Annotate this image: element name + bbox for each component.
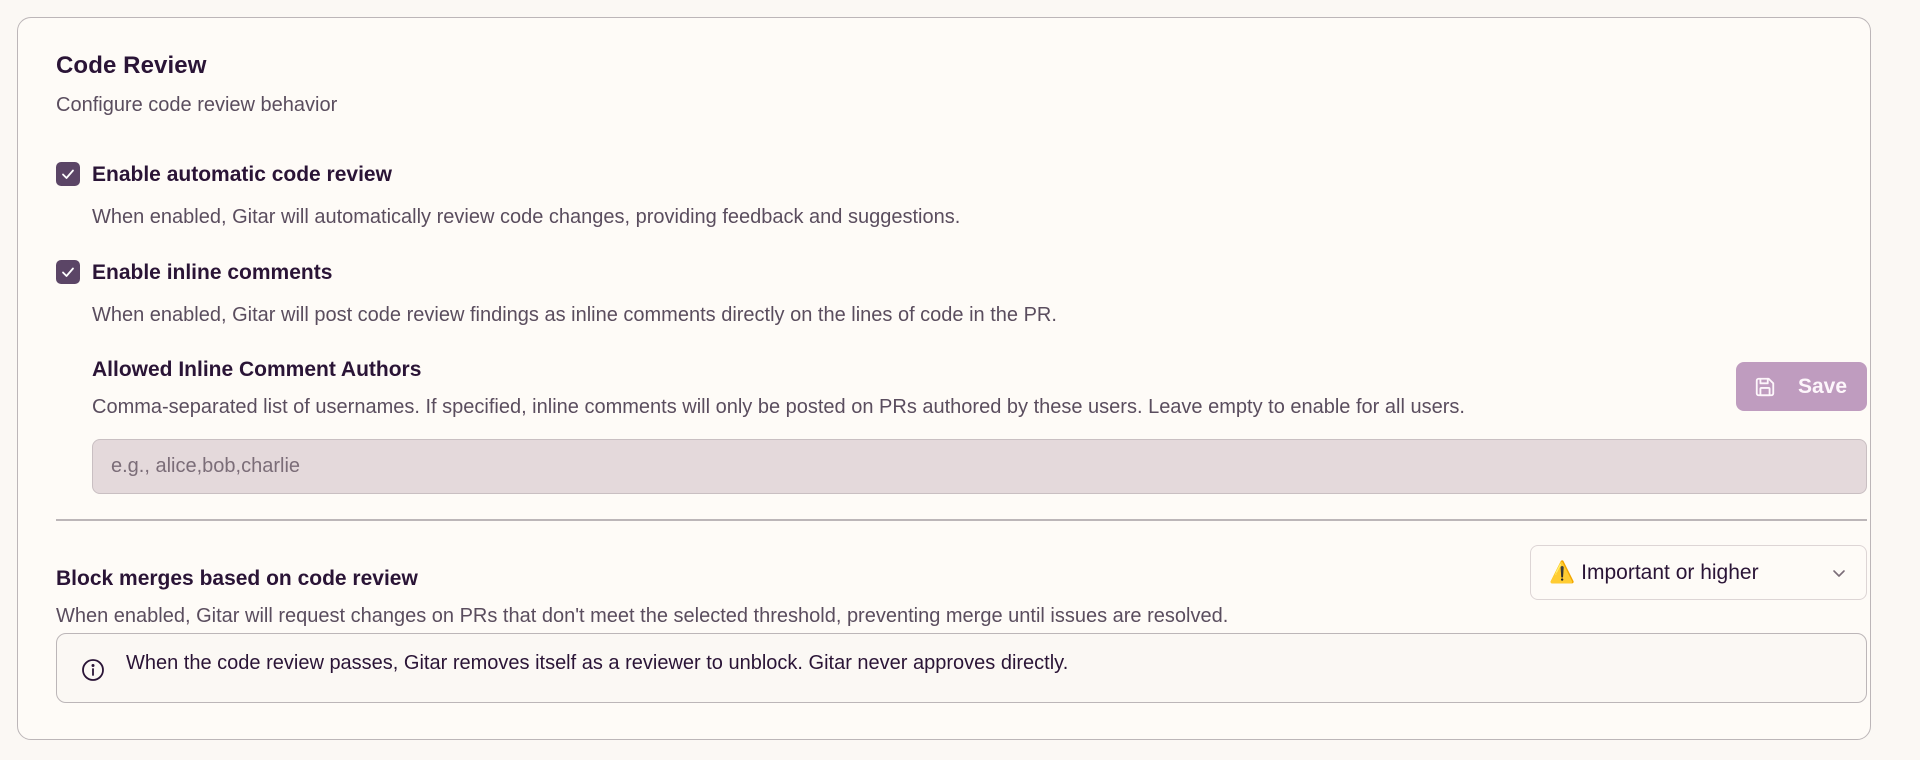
auto-review-checkbox[interactable] bbox=[56, 162, 80, 186]
inline-comments-label[interactable]: Enable inline comments bbox=[92, 261, 332, 285]
info-banner: When the code review passes, Gitar remov… bbox=[56, 633, 1867, 703]
authors-input[interactable] bbox=[92, 439, 1867, 494]
floppy-disk-icon bbox=[1755, 377, 1775, 396]
block-merges-description: When enabled, Gitar will request changes… bbox=[56, 605, 1229, 627]
divider bbox=[56, 519, 1867, 521]
code-review-card: Code Review Configure code review behavi… bbox=[17, 17, 1871, 740]
auto-review-label[interactable]: Enable automatic code review bbox=[92, 163, 392, 187]
checkmark-icon bbox=[62, 267, 74, 277]
inline-comments-checkbox[interactable] bbox=[56, 260, 80, 284]
save-button[interactable]: Save bbox=[1736, 362, 1867, 411]
section-title: Code Review bbox=[56, 52, 207, 79]
block-merges-label: Block merges based on code review bbox=[56, 567, 418, 590]
warning-icon: ⚠️ bbox=[1549, 560, 1576, 584]
checkmark-icon bbox=[62, 169, 74, 179]
threshold-select-value: Important or higher bbox=[1581, 560, 1759, 584]
threshold-select[interactable]: ⚠️ Important or higher bbox=[1530, 545, 1867, 600]
inline-comments-description: When enabled, Gitar will post code revie… bbox=[92, 304, 1057, 326]
authors-description: Comma-separated list of usernames. If sp… bbox=[92, 396, 1465, 418]
authors-label: Allowed Inline Comment Authors bbox=[92, 358, 422, 381]
info-message: When the code review passes, Gitar remov… bbox=[126, 652, 1069, 674]
chevron-down-icon bbox=[1833, 569, 1845, 577]
info-icon bbox=[82, 659, 104, 681]
auto-review-description: When enabled, Gitar will automatically r… bbox=[92, 206, 961, 228]
section-subtitle: Configure code review behavior bbox=[56, 94, 338, 116]
save-button-label: Save bbox=[1798, 374, 1848, 398]
